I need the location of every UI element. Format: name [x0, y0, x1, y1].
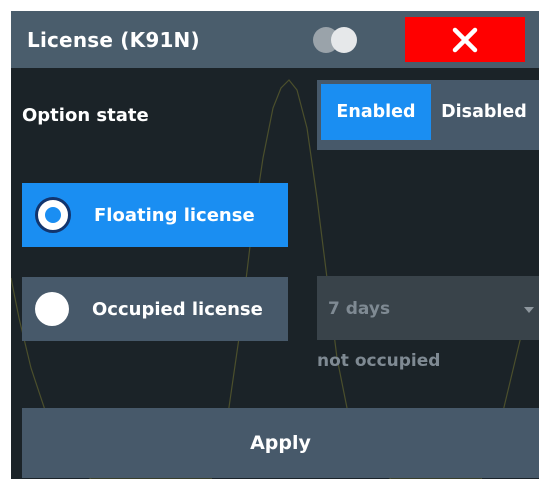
duration-value: 7 days — [328, 299, 391, 319]
dialog-title: License (K91N) — [27, 28, 200, 52]
license-dialog: License (K91N) Option state Enabled Disa… — [11, 11, 539, 479]
title-bar: License (K91N) — [11, 11, 539, 68]
occupied-license-radio[interactable]: Occupied license — [22, 277, 288, 341]
radio-selected-icon — [35, 197, 71, 233]
duration-dropdown[interactable]: 7 days — [317, 276, 539, 340]
toggle-circle-front — [331, 27, 357, 53]
close-icon — [452, 27, 478, 52]
disabled-option[interactable]: Disabled — [431, 84, 537, 140]
floating-license-label: Floating license — [94, 204, 255, 226]
radio-dot — [45, 207, 61, 223]
occupation-status: not occupied — [317, 351, 441, 371]
apply-button[interactable]: Apply — [22, 408, 539, 478]
option-state-label: Option state — [22, 105, 149, 126]
close-button[interactable] — [405, 17, 525, 62]
option-state-toggle: Enabled Disabled — [317, 80, 539, 150]
floating-license-radio[interactable]: Floating license — [22, 183, 288, 247]
theme-toggle-icon[interactable] — [313, 27, 365, 53]
enabled-option[interactable]: Enabled — [321, 84, 431, 140]
radio-unselected-icon — [35, 292, 69, 326]
occupied-license-label: Occupied license — [92, 298, 263, 320]
dropdown-arrow-icon — [524, 307, 534, 313]
